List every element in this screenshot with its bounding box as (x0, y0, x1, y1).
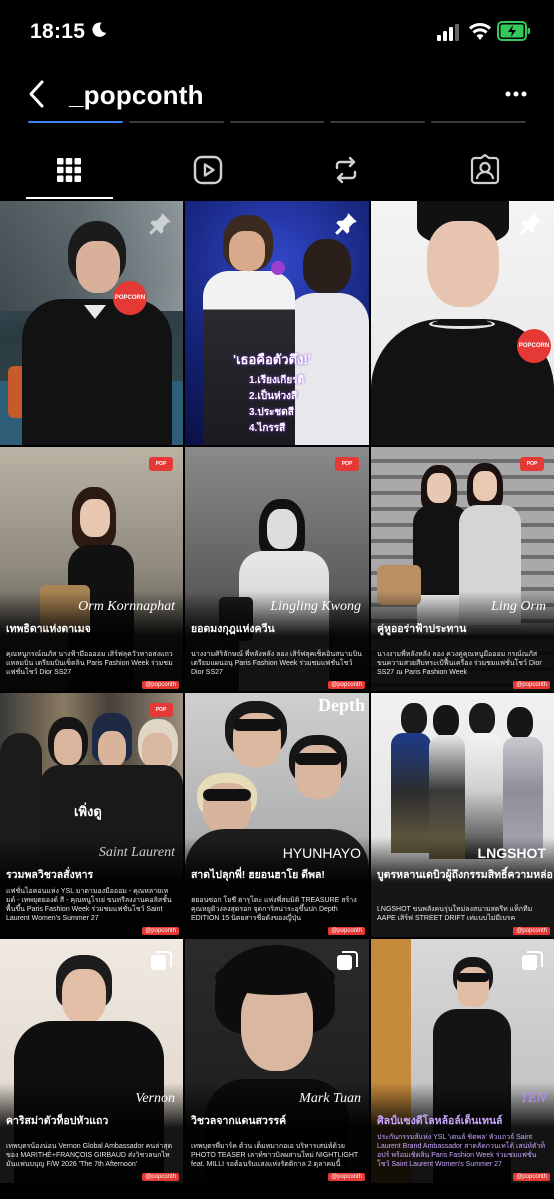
post-caption: แฟชั่นไอคอนแห่ง YSL มาตามองมือออม - คุณห… (6, 888, 172, 922)
profile-username: _popconth (69, 80, 204, 110)
post-caption: นางงามศิริลักษณ์ พี่หลังหลัง ลอง เสิร์ฟล… (191, 651, 362, 676)
post-handle-tag: @popconth (328, 1173, 365, 1181)
post-headline: คาริสม่าตัวท็อปหัวแถว (6, 1115, 109, 1127)
post-name-script: Vernon (135, 1091, 175, 1106)
multi-image-icon (522, 951, 543, 970)
popconth-logo-badge: POP (149, 457, 173, 471)
pin-icon (149, 213, 171, 235)
post-handle-tag: @popconth (513, 1173, 550, 1181)
post-handle-tag: @popconth (328, 927, 365, 935)
post-headline: วิชวลจากแดนสวรรค์ (191, 1115, 287, 1127)
grid-post[interactable]: POP Orm Kornnaphat เทพธิดาแห่งดาเมจ คุณห… (0, 447, 183, 691)
post-caption: ประกันกรรมส์แห่ง YSL 'เตนล์ ชิตพล' หัวแถ… (377, 1134, 546, 1168)
grid-post[interactable]: LNGSHOT บูตรหลานเดบิวผู้ถึงกรรมสิทธิ์ควา… (371, 693, 554, 937)
post-name-script: Mark Tuan (299, 1091, 361, 1106)
post-caption: นางงามพี่หลังหลัง ลอง ควงคู่คุณหนูมือออม… (377, 651, 542, 676)
post-name-script: Lingling Kwong (270, 599, 361, 614)
post-headline: เทพธิดาแห่งดาเมจ (6, 623, 91, 635)
multi-image-icon (151, 951, 172, 970)
post-caption: คุณหนูกรณ์ณภัส นางฟ้ามีออออม เสิร์ฟลุควั… (6, 651, 173, 676)
post-handle-tag: @popconth (328, 681, 365, 689)
post-headline: ศิลป์แซงดีโลหล้อล์เต็นเทนล์ (377, 1115, 503, 1127)
cellular-signal-icon (437, 24, 459, 41)
post-caption: LNGSHOT ขนพลังคนรุ่นใหม่ลงสนามสตรีท แท็ก… (377, 906, 533, 922)
post-caption: เทพบุตรน้องน่อน Vernon Global Ambassador… (6, 1143, 173, 1168)
reels-play-icon (193, 155, 222, 185)
post-headline: ยอดมงกุฎแห่งควีน (191, 623, 275, 635)
post-headline: 'เธอคือตัวตึง!' (233, 352, 311, 367)
post-name-script: LNGSHOT (477, 845, 546, 861)
tab-reels[interactable] (139, 141, 278, 199)
post-name-script: HYUNHAYO (282, 845, 361, 861)
tagged-person-icon (470, 154, 499, 185)
popcorn-sticker-badge: POPCORN (517, 329, 551, 363)
multi-image-icon (337, 951, 358, 970)
more-horizontal-icon[interactable] (500, 86, 532, 102)
pin-icon (520, 213, 542, 235)
post-name-script: Orm Kornnaphat (78, 599, 175, 614)
grid-post[interactable]: Vernon คาริสม่าตัวท็อปหัวแถว เทพบุตรน้อง… (0, 939, 183, 1183)
wifi-icon (469, 23, 491, 40)
moon-icon (92, 22, 107, 37)
grid-post[interactable]: POP Lingling Kwong ยอดมงกุฎแห่งควีน นางง… (185, 447, 369, 691)
post-handle-tag: @popconth (513, 681, 550, 689)
story-progress-bar (28, 121, 526, 125)
tab-reposts[interactable] (277, 141, 416, 199)
tab-posts-grid[interactable] (0, 141, 139, 199)
post-headline: รวมพลวิชวลสั่งหาร (6, 869, 94, 881)
status-time: 18:15 (30, 20, 86, 43)
post-headline: บูตรหลานเดบิวผู้ถึงกรรมสิทธิ์ความหล่อ (377, 869, 553, 881)
grid-post[interactable]: เพิ่งดู POP Saint Laurent รวมพลวิชวลสั่ง… (0, 693, 183, 937)
post-caption: เทพบุตรพี่มาร์ค ต้วน เต็มหมากอเอ บริหารเ… (191, 1143, 359, 1168)
tab-tagged[interactable] (416, 141, 554, 199)
grid-post[interactable]: TEN ศิลป์แซงดีโลหล้อล์เต็นเทนล์ ประกันกร… (371, 939, 554, 1183)
repost-icon (336, 156, 357, 184)
profile-tabs (0, 141, 554, 199)
popcorn-sticker-badge: POPCORN (113, 281, 147, 315)
post-name-script: Ling Orm (491, 599, 546, 614)
grid-post[interactable]: Depth HYUNHAYO สาดไปลุกพี่! ฮยอนฮาโย ดีพ… (185, 693, 369, 937)
battery-charging-icon (497, 21, 530, 41)
post-name-script: Saint Laurent (98, 845, 175, 860)
post-caption: ฮยอนซอก โยชี ฮารุโตะ แห่งพี่สมมิติ TREAS… (191, 897, 357, 922)
grid-post[interactable]: POPCORN (0, 201, 183, 445)
back-chevron-icon[interactable] (25, 78, 49, 110)
post-handle-tag: @popconth (513, 927, 550, 935)
grid-post[interactable]: Mark Tuan วิชวลจากแดนสวรรค์ เทพบุตรพี่มา… (185, 939, 369, 1183)
pin-icon (335, 213, 357, 235)
post-name-script: TEN (520, 1091, 546, 1106)
grid-post[interactable]: POP Ling Orm คู่หูออร่าฟ้าประทาน นางงามพ… (371, 447, 554, 691)
posts-grid: POPCORN 'เธอคือตัวตึง!' 1.เรียงเกียรติ 2… (0, 201, 554, 1183)
popconth-logo-badge: POP (149, 703, 173, 717)
post-handle-tag: @popconth (142, 1173, 179, 1181)
grid-post[interactable]: POPCORN (371, 201, 554, 445)
post-handle-tag: @popconth (142, 927, 179, 935)
post-headline: คู่หูออร่าฟ้าประทาน (377, 623, 467, 635)
status-bar: 18:15 (0, 0, 554, 66)
popconth-logo-badge: POP (335, 457, 359, 471)
popconth-logo-badge: POP (520, 457, 544, 471)
post-headline: สาดไปลุกพี่! ฮยอนฮาโย ดีพล! (191, 869, 325, 881)
grid-post[interactable]: 'เธอคือตัวตึง!' 1.เรียงเกียรติ 2.เป็นห่ว… (185, 201, 369, 445)
grid-icon (57, 158, 82, 182)
post-handle-tag: @popconth (142, 681, 179, 689)
profile-header: _popconth (0, 66, 554, 126)
post-overlay-list: 1.เรียงเกียรติ 2.เป็นห่วงสี 3.ประชดสี 4.… (249, 375, 305, 434)
